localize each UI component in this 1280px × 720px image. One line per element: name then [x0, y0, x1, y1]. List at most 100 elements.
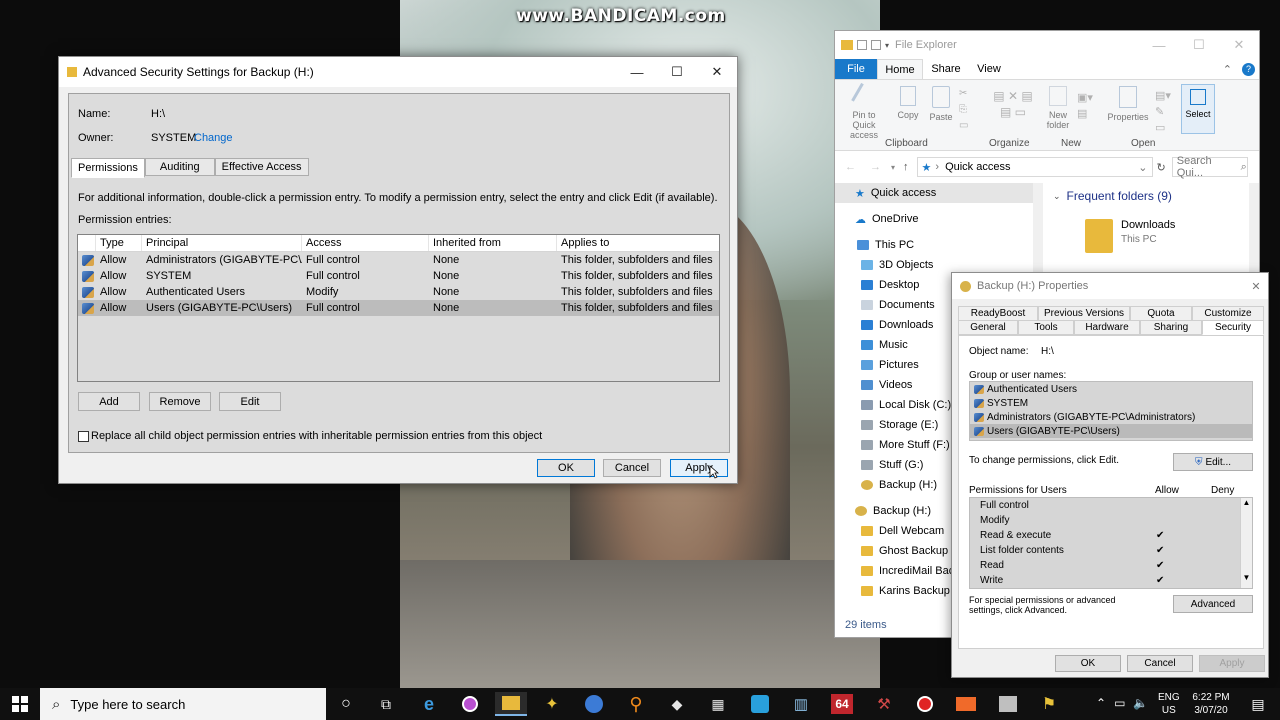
- menu-home[interactable]: Home: [877, 59, 923, 79]
- advanced-button[interactable]: Advanced: [1173, 595, 1253, 613]
- browser-icon[interactable]: [578, 692, 610, 716]
- col-inherited[interactable]: Inherited from: [429, 235, 557, 251]
- permission-table[interactable]: Type Principal Access Inherited from App…: [77, 234, 720, 382]
- col-access[interactable]: Access: [302, 235, 429, 251]
- collapse-ribbon-icon[interactable]: ⌃: [1223, 63, 1232, 76]
- app-64-icon[interactable]: 64: [826, 692, 858, 716]
- tab-previous-versions[interactable]: Previous Versions: [1038, 306, 1130, 321]
- col-principal[interactable]: Principal: [142, 235, 302, 251]
- tab-auditing[interactable]: Auditing: [144, 158, 215, 176]
- app-icon[interactable]: ✦: [536, 692, 568, 716]
- forward-arrow-icon[interactable]: →: [870, 161, 881, 173]
- paste-button[interactable]: Paste: [925, 86, 957, 122]
- tab-permissions[interactable]: Permissions: [71, 158, 145, 178]
- notification-icon[interactable]: ▤: [1242, 692, 1274, 716]
- tab-sharing[interactable]: Sharing: [1140, 320, 1202, 335]
- folder-icon[interactable]: [1085, 219, 1113, 253]
- list-item[interactable]: SYSTEM: [970, 396, 1252, 410]
- app-icon[interactable]: ⚒: [868, 692, 900, 716]
- list-item-selected[interactable]: Users (GIGABYTE-PC\Users): [970, 424, 1252, 438]
- maximize-button[interactable]: ☐: [657, 57, 697, 87]
- apply-button[interactable]: Apply: [1199, 655, 1265, 672]
- edit-permissions-button[interactable]: ⛨ Edit...: [1173, 453, 1253, 471]
- volume-icon[interactable]: 🔈: [1133, 696, 1148, 710]
- back-arrow-icon[interactable]: ←: [845, 161, 856, 173]
- clock[interactable]: 6:22 PM 3/07/20: [1188, 691, 1234, 717]
- nav-this-pc[interactable]: This PC: [835, 235, 1041, 255]
- owner-change-link[interactable]: Change: [194, 132, 233, 144]
- help-icon[interactable]: ?: [1242, 62, 1255, 76]
- tab-customize[interactable]: Customize: [1192, 306, 1264, 321]
- taskbar-search-box[interactable]: ⌕ Type here to search: [40, 688, 326, 720]
- add-button[interactable]: Add: [78, 392, 140, 411]
- new-folder-button[interactable]: New folder: [1045, 86, 1071, 130]
- table-row-selected[interactable]: Allow Users (GIGABYTE-PC\Users) Full con…: [78, 300, 719, 316]
- edit-button[interactable]: Edit: [219, 392, 281, 411]
- tab-quota[interactable]: Quota: [1130, 306, 1192, 321]
- address-bar[interactable]: ★ › Quick access ⌄: [916, 157, 1153, 177]
- copy-button[interactable]: Copy: [893, 86, 923, 120]
- cortana-icon[interactable]: ○: [330, 692, 362, 716]
- fe-titlebar[interactable]: ▾ File Explorer — ☐ ✕: [835, 31, 1259, 59]
- app-icon[interactable]: ⚑: [1033, 692, 1065, 716]
- ok-button[interactable]: OK: [537, 459, 595, 477]
- permissions-list[interactable]: Full control Modify Read & execute ✔ List…: [969, 497, 1253, 589]
- calculator-icon[interactable]: ▦: [702, 692, 734, 716]
- task-view-icon[interactable]: ⧉: [370, 692, 402, 716]
- menu-file[interactable]: File: [835, 59, 877, 79]
- tab-tools[interactable]: Tools: [1018, 320, 1074, 335]
- cancel-button[interactable]: Cancel: [1127, 655, 1193, 672]
- table-row[interactable]: Allow Authenticated Users Modify None Th…: [78, 284, 719, 300]
- ok-button[interactable]: OK: [1055, 655, 1121, 672]
- close-button[interactable]: ✕: [1244, 280, 1268, 293]
- quick-access-toolbar-icon[interactable]: [871, 40, 881, 50]
- quick-access-toolbar-icon[interactable]: [857, 40, 867, 50]
- table-row[interactable]: Allow Administrators (GIGABYTE-PC\A... F…: [78, 252, 719, 268]
- list-item[interactable]: Administrators (GIGABYTE-PC\Administrato…: [970, 410, 1252, 424]
- menu-view[interactable]: View: [969, 63, 1009, 75]
- nav-quick-access[interactable]: ★ Quick access: [835, 183, 1041, 203]
- close-button[interactable]: ✕: [1219, 30, 1259, 60]
- app-icon[interactable]: [454, 692, 486, 716]
- remove-button[interactable]: Remove: [149, 392, 211, 411]
- col-type[interactable]: Type: [96, 235, 142, 251]
- start-button[interactable]: [4, 692, 36, 716]
- tab-general[interactable]: General: [958, 320, 1018, 335]
- open-icons[interactable]: ▤▾ ✎ ▭: [1155, 88, 1171, 136]
- tab-hardware[interactable]: Hardware: [1074, 320, 1140, 335]
- recent-dropdown-icon[interactable]: ▾: [891, 163, 895, 172]
- props-titlebar[interactable]: Backup (H:) Properties ✕: [952, 273, 1268, 299]
- chevron-up-icon[interactable]: ⌃: [1096, 696, 1106, 710]
- pin-button[interactable]: Pin to Quick access: [841, 82, 887, 140]
- nav-onedrive[interactable]: ☁ OneDrive: [835, 209, 1041, 229]
- list-item[interactable]: Authenticated Users: [970, 382, 1252, 396]
- search-field[interactable]: Search Qui... ⌕: [1171, 155, 1248, 179]
- app-icon[interactable]: ▥: [785, 692, 817, 716]
- replace-checkbox[interactable]: [78, 430, 89, 442]
- properties-button[interactable]: Properties: [1107, 86, 1149, 122]
- language-indicator[interactable]: ENG US: [1158, 691, 1180, 717]
- cancel-button[interactable]: Cancel: [603, 459, 661, 477]
- minimize-button[interactable]: —: [617, 57, 657, 87]
- frequent-folders-header[interactable]: ⌄ Frequent folders (9): [1053, 189, 1172, 203]
- app-icon[interactable]: [992, 692, 1024, 716]
- folder-name[interactable]: Downloads: [1121, 219, 1175, 231]
- new-item-icons[interactable]: ▣▾ ▤: [1077, 90, 1093, 122]
- col-applies[interactable]: Applies to: [557, 235, 719, 251]
- customize-toolbar-icon[interactable]: ▾: [885, 41, 889, 50]
- clipboard-small-icons[interactable]: ✂ ⎘ ▭: [959, 86, 968, 134]
- mail-icon[interactable]: [950, 692, 982, 716]
- record-icon[interactable]: [909, 692, 941, 716]
- menu-share[interactable]: Share: [923, 63, 969, 75]
- search-app-icon[interactable]: ⚲: [620, 692, 652, 716]
- permissions-scrollbar[interactable]: ▲ ▼: [1240, 498, 1252, 588]
- maximize-button[interactable]: ☐: [1179, 30, 1219, 60]
- table-row[interactable]: Allow SYSTEM Full control None This fold…: [78, 268, 719, 284]
- network-icon[interactable]: ▭: [1114, 696, 1125, 710]
- apply-button[interactable]: Apply: [670, 459, 728, 477]
- minimize-button[interactable]: —: [1139, 30, 1179, 60]
- edge-icon[interactable]: e: [413, 692, 445, 716]
- group-names-list[interactable]: Authenticated Users SYSTEM Administrator…: [969, 381, 1253, 441]
- select-button[interactable]: Select: [1181, 84, 1215, 134]
- organize-icons[interactable]: ▤ ✕ ▤ ▤ ▭: [983, 88, 1043, 134]
